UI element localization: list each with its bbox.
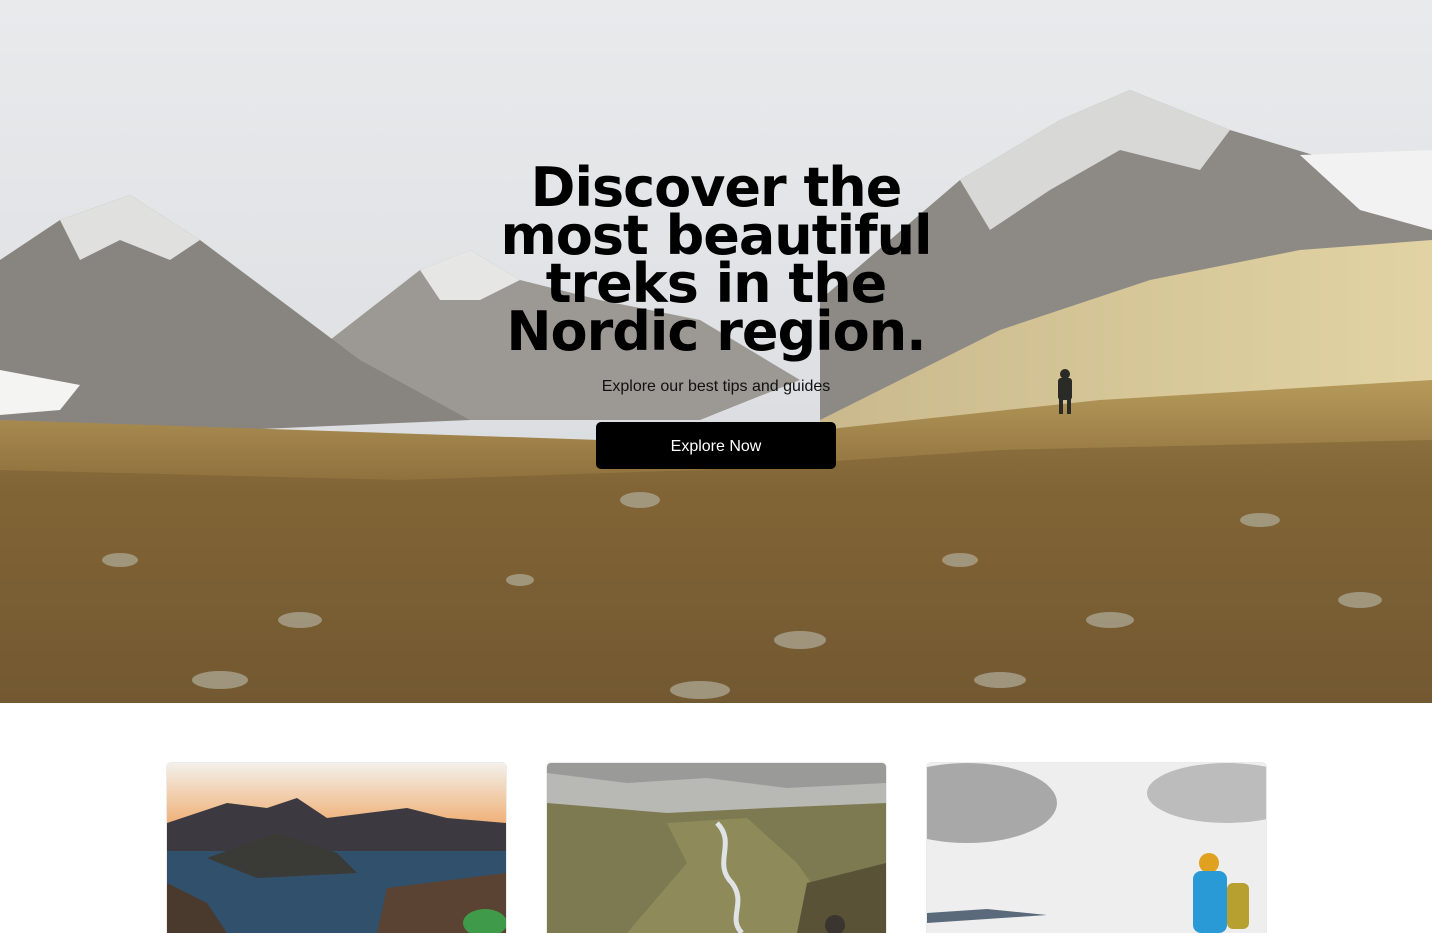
hero-title: Discover the most beautiful treks in the… — [500, 156, 932, 363]
trek-card-valley[interactable] — [547, 763, 886, 933]
trek-card-fjord[interactable] — [167, 763, 506, 933]
trek-card-hiker[interactable] — [927, 763, 1266, 933]
trek-cards — [167, 763, 1267, 933]
hiker-cloudy-sky-image — [927, 763, 1266, 933]
explore-now-button[interactable]: Explore Now — [596, 422, 836, 469]
hero-subtitle: Explore our best tips and guides — [601, 378, 831, 395]
hero-section: Discover the most beautiful treks in the… — [0, 0, 1432, 703]
hero-content: Discover the most beautiful treks in the… — [0, 150, 1432, 469]
river-valley-image — [547, 763, 886, 933]
fjord-sunset-image — [167, 763, 506, 933]
